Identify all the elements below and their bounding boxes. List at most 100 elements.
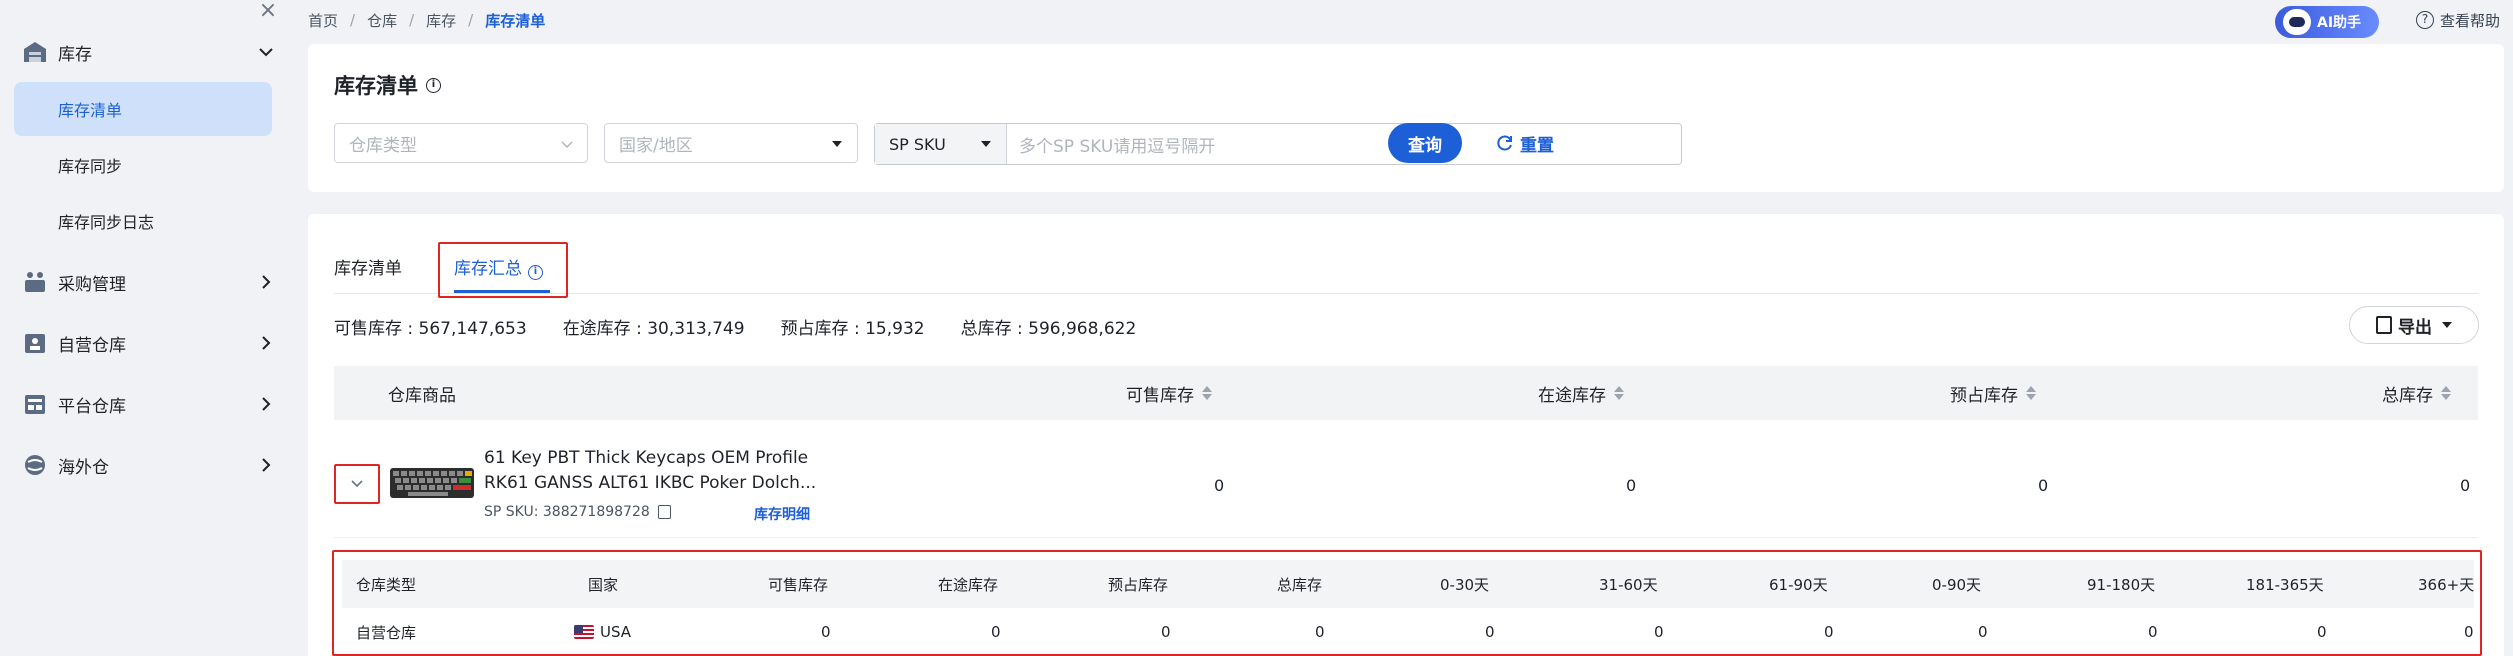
- sort-icon[interactable]: [2441, 386, 2451, 400]
- th-sellable-label: 可售库存: [1126, 385, 1194, 406]
- subtable-row: 自营仓库 USA 0 0 0 0 0 0 0 0 0 0 0: [342, 608, 2474, 656]
- product-sku-text: SP SKU: 388271898728: [484, 504, 650, 520]
- breadcrumb-current: 库存清单: [485, 11, 546, 30]
- stat-in-transit: 在途库存 : 30,313,749: [562, 319, 745, 339]
- th-product: 仓库商品: [388, 385, 456, 406]
- sub-cell-366-plus: 0: [2464, 623, 2474, 641]
- sku-search-group: SP SKU 多个SP SKU请用逗号隔开: [874, 123, 1682, 165]
- inventory-detail-link[interactable]: 库存明细: [754, 504, 810, 524]
- chevron-down-icon: [259, 48, 273, 57]
- overseas-warehouse-icon: [25, 455, 45, 475]
- sub-cell-91-180: 0: [2148, 623, 2158, 641]
- sidebar-group-self-warehouse[interactable]: 自营仓库: [0, 313, 296, 373]
- sub-th-warehouse-type: 仓库类型: [356, 575, 417, 594]
- th-in-transit[interactable]: 在途库存: [1538, 366, 1624, 420]
- sort-icon[interactable]: [2026, 386, 2036, 400]
- sub-th-0-90: 0-90天: [1932, 575, 1982, 594]
- sidebar-item-inventory-sync-log[interactable]: 库存同步日志: [14, 194, 272, 248]
- query-button[interactable]: 查询: [1388, 123, 1462, 163]
- product-name[interactable]: 61 Key PBT Thick Keycaps OEM Profile RK6…: [484, 446, 824, 496]
- sidebar-group-overseas-warehouse[interactable]: 海外仓: [0, 435, 296, 495]
- sidebar-group-label: 采购管理: [58, 274, 126, 295]
- self-warehouse-icon: [25, 334, 45, 353]
- export-icon: [2376, 316, 2392, 334]
- sku-type-select[interactable]: SP SKU: [875, 124, 1007, 164]
- sidebar-group-label: 库存: [58, 44, 92, 65]
- country-placeholder: 国家/地区: [619, 135, 693, 156]
- chevron-right-icon: [262, 397, 271, 411]
- ai-assistant-button[interactable]: AI助手: [2275, 6, 2379, 38]
- sub-cell-in-transit: 0: [991, 623, 1001, 641]
- sub-cell-0-30: 0: [1485, 623, 1495, 641]
- sub-cell-reserved: 0: [1161, 623, 1171, 641]
- ai-assistant-label: AI助手: [2317, 15, 2362, 31]
- sort-icon[interactable]: [1614, 386, 1624, 400]
- th-reserved[interactable]: 预占库存: [1950, 366, 2036, 420]
- th-reserved-label: 预占库存: [1950, 385, 2018, 406]
- sidebar-group-purchase[interactable]: 采购管理: [0, 252, 296, 312]
- product-thumbnail: [390, 468, 474, 498]
- help-link[interactable]: ? 查看帮助: [2416, 8, 2500, 32]
- chevron-down-icon: [561, 141, 573, 149]
- caret-down-icon: [2442, 322, 2452, 328]
- inventory-stats: 可售库存 : 567,147,653 在途库存 : 30,313,749 预占库…: [334, 314, 1172, 339]
- filter-card: 库存清单 i 仓库类型 国家/地区 SP SKU 多个SP SKU请用逗号隔开 …: [308, 44, 2504, 192]
- warehouse-type-select[interactable]: 仓库类型: [334, 123, 588, 163]
- sub-th-0-30: 0-30天: [1440, 575, 1490, 594]
- sub-cell-country-text: USA: [600, 623, 632, 641]
- chevron-right-icon: [262, 336, 271, 350]
- help-icon: ?: [2416, 11, 2434, 29]
- us-flag-icon: [574, 625, 594, 639]
- sidebar-group-platform-warehouse[interactable]: 平台仓库: [0, 374, 296, 434]
- warehouse-type-placeholder: 仓库类型: [349, 135, 417, 156]
- sub-th-sellable: 可售库存: [768, 575, 829, 594]
- info-icon[interactable]: i: [426, 77, 441, 93]
- sort-icon[interactable]: [1202, 386, 1212, 400]
- cell-reserved: 0: [2038, 476, 2049, 495]
- reset-button[interactable]: 重置: [1496, 123, 1554, 163]
- sub-th-91-180: 91-180天: [2087, 575, 2156, 594]
- sidebar-group-inventory[interactable]: 库存: [0, 22, 296, 82]
- sub-cell-61-90: 0: [1824, 623, 1834, 641]
- subtable-header: 仓库类型 国家 可售库存 在途库存 预占库存 总库存 0-30天 31-60天 …: [342, 560, 2474, 608]
- tab-inventory-list[interactable]: 库存清单: [334, 254, 402, 279]
- sub-th-country: 国家: [588, 575, 619, 594]
- cell-sellable: 0: [1214, 476, 1225, 495]
- breadcrumb: 首页 / 仓库 / 库存 / 库存清单: [308, 10, 546, 31]
- sub-th-181-365: 181-365天: [2246, 575, 2324, 594]
- sub-cell-warehouse-type: 自营仓库: [356, 623, 417, 642]
- copy-icon[interactable]: [657, 505, 671, 519]
- sub-cell-country: USA: [574, 608, 631, 656]
- stat-reserved: 预占库存 : 15,932: [780, 319, 925, 339]
- export-button[interactable]: 导出: [2349, 306, 2479, 344]
- warehouse-icon: [24, 42, 46, 62]
- sub-cell-sellable: 0: [821, 623, 831, 641]
- close-icon[interactable]: ×: [256, 0, 280, 24]
- sub-cell-31-60: 0: [1654, 623, 1664, 641]
- sidebar-item-inventory-list[interactable]: 库存清单: [14, 82, 272, 136]
- sub-th-in-transit: 在途库存: [938, 575, 999, 594]
- th-sellable[interactable]: 可售库存: [1126, 366, 1212, 420]
- sidebar-group-label: 平台仓库: [58, 396, 126, 417]
- th-total[interactable]: 总库存: [2382, 366, 2451, 420]
- page-title: 库存清单 i: [334, 70, 441, 100]
- breadcrumb-warehouse[interactable]: 仓库: [367, 10, 397, 31]
- help-label: 查看帮助: [2440, 11, 2501, 30]
- breadcrumb-inventory[interactable]: 库存: [426, 10, 456, 31]
- table-header: 仓库商品 可售库存 在途库存 预占库存 总库存: [334, 366, 2478, 420]
- sku-type-value: SP SKU: [889, 134, 946, 154]
- expand-row-button[interactable]: [334, 464, 380, 504]
- platform-warehouse-icon: [25, 395, 45, 414]
- export-label: 导出: [2398, 317, 2432, 338]
- cell-in-transit: 0: [1626, 476, 1637, 495]
- country-select[interactable]: 国家/地区: [604, 123, 858, 163]
- warehouse-breakdown-table: 仓库类型 国家 可售库存 在途库存 预占库存 总库存 0-30天 31-60天 …: [332, 550, 2482, 656]
- sku-input[interactable]: 多个SP SKU请用逗号隔开: [1007, 124, 1681, 164]
- cell-total: 0: [2460, 476, 2471, 495]
- sidebar-item-inventory-sync[interactable]: 库存同步: [14, 138, 272, 192]
- tab-bar: 库存清单 库存汇总 i: [334, 242, 2478, 294]
- refresh-icon: [1497, 135, 1512, 151]
- breadcrumb-home[interactable]: 首页: [308, 10, 338, 31]
- stat-sellable: 可售库存 : 567,147,653: [334, 319, 527, 339]
- sidebar-group-label: 自营仓库: [58, 335, 126, 356]
